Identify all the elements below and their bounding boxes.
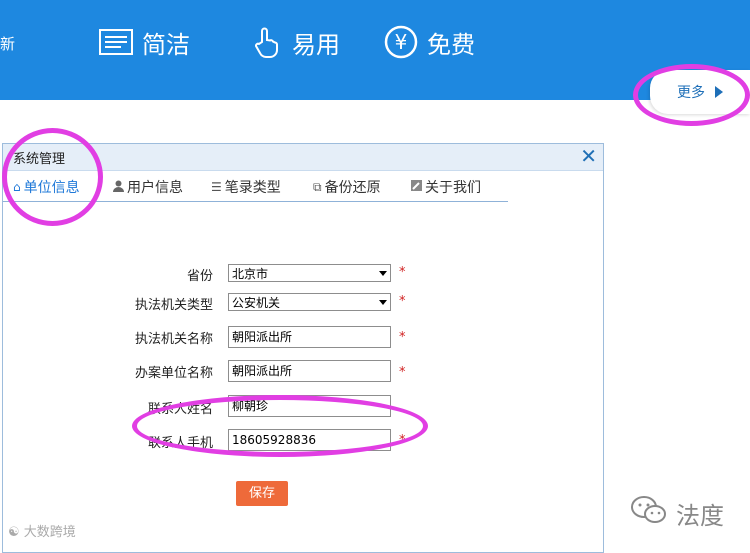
handling-unit-input[interactable]: 朝阳派出所: [228, 360, 391, 382]
agency-type-value: 公安机关: [232, 296, 281, 310]
watermark-fadu-text: 法度: [676, 501, 724, 530]
handling-unit-label: 办案单位名称: [134, 366, 213, 381]
watermark-logo-icon: ☯: [8, 525, 24, 540]
tab-record-type[interactable]: ☰ 笔录类型: [211, 177, 281, 197]
save-button[interactable]: 保存: [236, 481, 288, 506]
edit-icon: [411, 180, 422, 194]
required-mark: *: [399, 365, 406, 380]
chevron-down-icon: [379, 300, 387, 305]
chevron-down-icon: [379, 271, 387, 276]
agency-type-select[interactable]: 公安机关: [228, 293, 391, 311]
agency-name-input[interactable]: 朝阳派出所: [228, 326, 391, 348]
user-icon: [113, 180, 124, 195]
feature-easy-label: 易用: [292, 30, 340, 59]
tab-user-info[interactable]: 用户信息: [113, 177, 183, 197]
province-label: 省份: [186, 269, 213, 284]
yen-icon: ¥: [383, 24, 419, 60]
tab-label: 备份还原: [324, 180, 381, 196]
highlight-circle-contact: [132, 395, 428, 457]
close-icon[interactable]: ✕: [580, 146, 597, 166]
highlight-circle-more: [633, 64, 750, 126]
province-value: 北京市: [232, 267, 269, 281]
feature-free-label: 免费: [427, 30, 475, 59]
tab-label: 关于我们: [425, 180, 481, 196]
required-mark: *: [399, 265, 406, 280]
required-mark: *: [399, 330, 406, 345]
watermark-dashu: ☯ 大数跨境: [8, 521, 76, 540]
tab-about-us[interactable]: 关于我们: [411, 177, 481, 197]
wechat-icon: [630, 495, 668, 531]
feature-easy: 易用: [248, 22, 340, 62]
list-icon: [98, 24, 134, 60]
banner-text-fragment: 新: [0, 35, 16, 53]
tab-backup-restore[interactable]: ⧉ 备份还原: [313, 177, 381, 197]
feature-free: ¥ 免费: [383, 22, 475, 62]
province-select[interactable]: 北京市: [228, 264, 391, 282]
agency-type-label: 执法机关类型: [134, 298, 213, 313]
required-mark: *: [399, 294, 406, 309]
watermark-dashu-text: 大数跨境: [23, 525, 76, 540]
watermark-fadu: 法度: [630, 495, 724, 531]
list-icon: ☰: [211, 180, 222, 194]
feature-simple-label: 简洁: [142, 30, 190, 59]
hand-pointer-icon: [248, 24, 284, 60]
svg-text:¥: ¥: [395, 30, 408, 54]
copy-icon: ⧉: [313, 179, 322, 194]
tab-label: 用户信息: [127, 180, 183, 196]
tab-label: 笔录类型: [224, 180, 281, 196]
highlight-circle-unit-tab: [2, 128, 103, 226]
feature-simple: 简洁: [98, 22, 190, 62]
agency-name-label: 执法机关名称: [134, 332, 213, 347]
